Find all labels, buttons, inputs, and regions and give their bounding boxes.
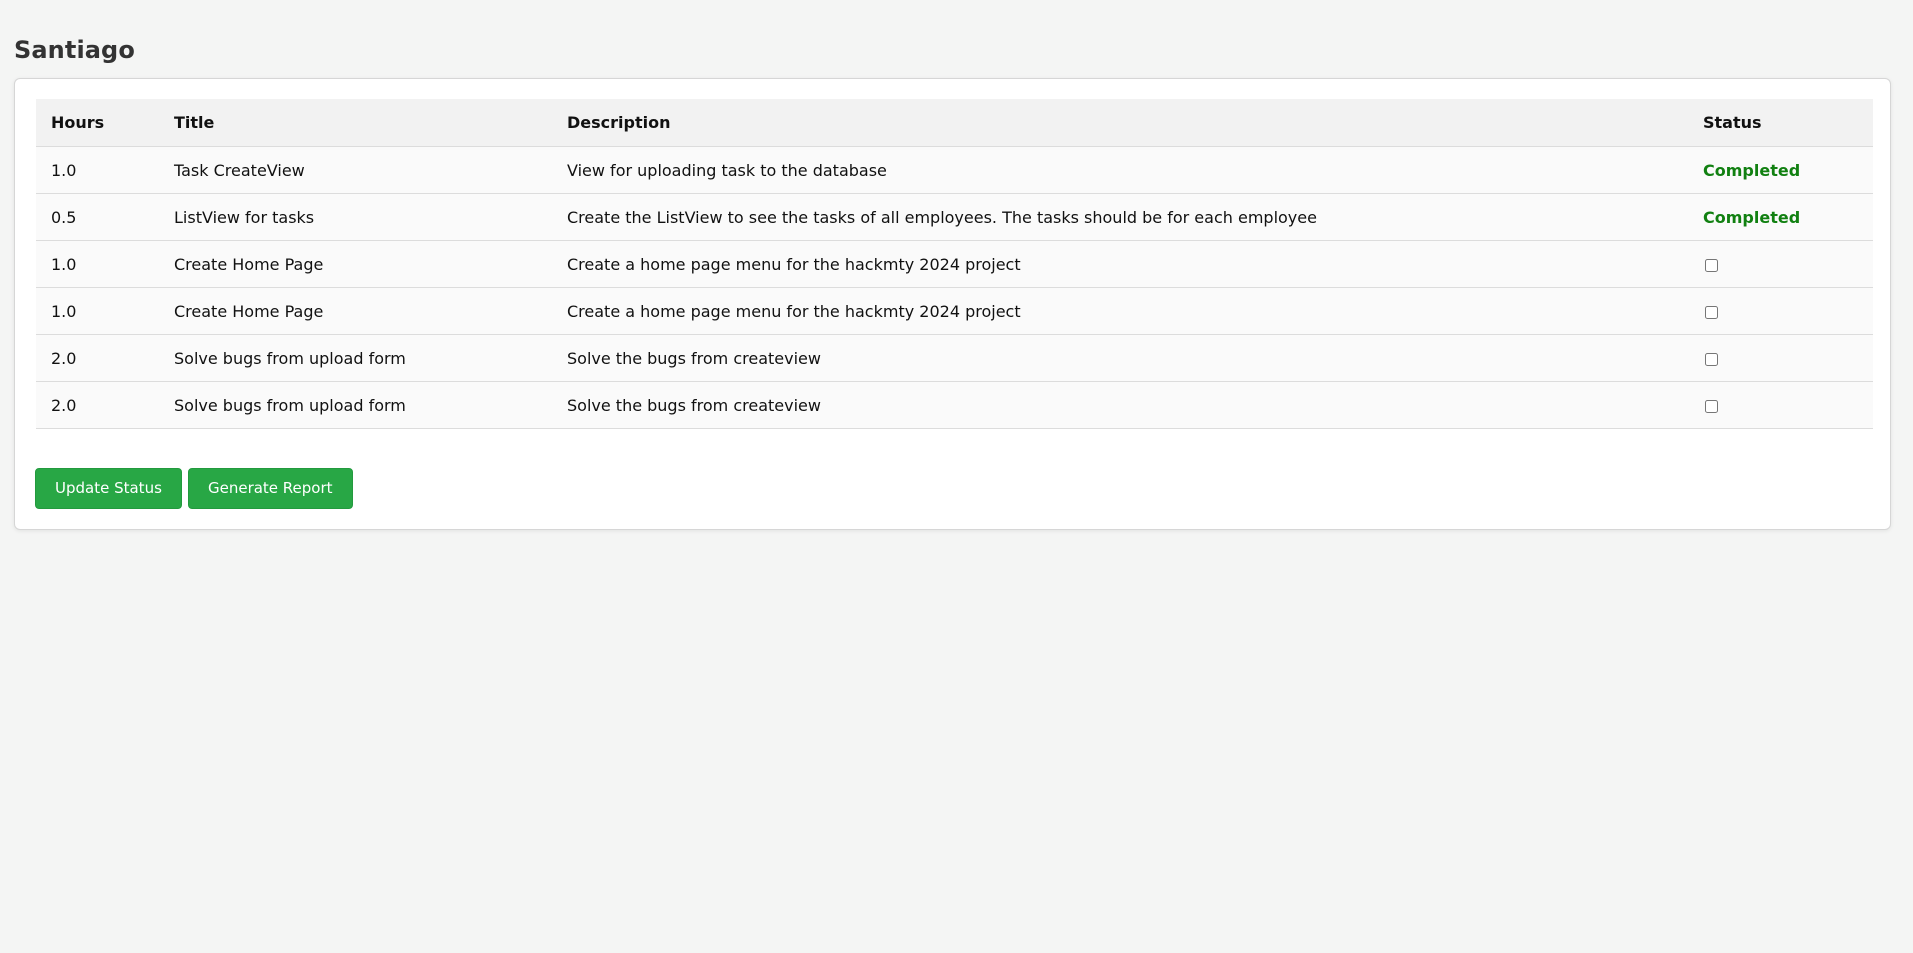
cell-hours: 1.0: [36, 146, 159, 194]
cell-description: Solve the bugs from createview: [552, 381, 1688, 429]
table-row: 1.0 Create Home Page Create a home page me…: [36, 287, 1873, 335]
cell-description: Create a home page menu for the hackmty …: [552, 240, 1688, 288]
update-status-button[interactable]: Update Status: [35, 468, 182, 509]
status-checkbox[interactable]: [1705, 305, 1718, 319]
table-row: 1.0 Task CreateView View for uploading tas…: [36, 146, 1873, 194]
page-title: Santiago: [14, 36, 135, 64]
status-completed-label: Completed: [1703, 160, 1801, 180]
cell-title: Solve bugs from upload form: [159, 381, 552, 429]
task-table: Hours Title Description Status 1.0 Task C…: [36, 99, 1873, 429]
cell-description: Create a home page menu for the hackmty …: [552, 287, 1688, 335]
table-row: 2.0 Solve bugs from upload form Solve the …: [36, 334, 1873, 382]
cell-status: [1688, 334, 1873, 382]
cell-status: [1688, 381, 1873, 429]
cell-title: Solve bugs from upload form: [159, 334, 552, 382]
status-checkbox[interactable]: [1705, 352, 1718, 366]
cell-status: Completed: [1688, 146, 1873, 194]
cell-description: Create the ListView to see the tasks of …: [552, 193, 1688, 241]
task-table-body: 1.0 Task CreateView View for uploading tas…: [36, 146, 1873, 429]
table-row: 0.5 ListView for tasks Create the ListView…: [36, 193, 1873, 241]
cell-title: Create Home Page: [159, 287, 552, 335]
cell-status: Completed: [1688, 193, 1873, 241]
cell-description: Solve the bugs from createview: [552, 334, 1688, 382]
table-row: 1.0 Create Home Page Create a home page me…: [36, 240, 1873, 288]
cell-status: [1688, 287, 1873, 335]
header-description: Description: [552, 99, 1688, 147]
table-row: 2.0 Solve bugs from upload form Solve the …: [36, 381, 1873, 429]
status-completed-label: Completed: [1703, 207, 1801, 227]
task-card: Hours Title Description Status 1.0 Task C…: [14, 78, 1891, 530]
cell-title: ListView for tasks: [159, 193, 552, 241]
cell-hours: 0.5: [36, 193, 159, 241]
cell-description: View for uploading task to the database: [552, 146, 1688, 194]
action-bar: Update Status Generate Report: [35, 468, 354, 509]
cell-hours: 1.0: [36, 240, 159, 288]
status-checkbox[interactable]: [1705, 258, 1718, 272]
header-hours: Hours: [36, 99, 159, 147]
cell-hours: 2.0: [36, 381, 159, 429]
cell-title: Create Home Page: [159, 240, 552, 288]
cell-status: [1688, 240, 1873, 288]
cell-hours: 1.0: [36, 287, 159, 335]
header-status: Status: [1688, 99, 1873, 147]
cell-title: Task CreateView: [159, 146, 552, 194]
header-title: Title: [159, 99, 552, 147]
cell-hours: 2.0: [36, 334, 159, 382]
table-header-row: Hours Title Description Status: [36, 99, 1873, 147]
generate-report-button[interactable]: Generate Report: [187, 468, 353, 509]
status-checkbox[interactable]: [1705, 399, 1718, 413]
